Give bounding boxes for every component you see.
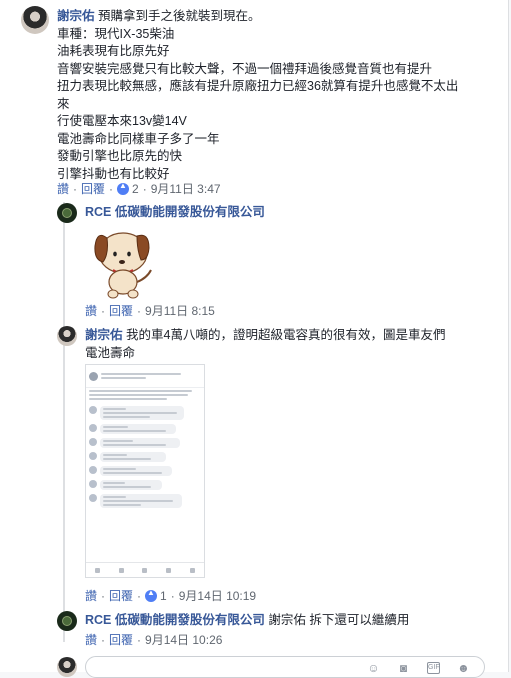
screenshot-footer [86, 562, 204, 577]
comment-text-line: 來 [57, 96, 70, 111]
comment-text-line: 扭力表現比較無感，應該有提升原廠扭力已經36就算有提升也感覺不太出 [57, 79, 459, 93]
comment-text-line: 預購拿到手之後就裝到現在。 [98, 9, 261, 23]
sticker-icon[interactable]: ☻ [457, 662, 470, 675]
comment-actions: 讚 · 回覆 · 9月11日 8:15 [85, 302, 215, 319]
avatar[interactable] [21, 6, 49, 34]
attached-screenshot[interactable] [85, 364, 205, 578]
comment-text-line: 音響安裝完感覺只有比較大聲，不過一個禮拜過後感覺音質也有提升 [57, 61, 433, 76]
screenshot-header [86, 365, 204, 388]
comment-text-line: 油耗表現有比原先好 [57, 44, 170, 58]
comment-text: 謝宗佑 拆下還可以繼續用 [268, 613, 410, 627]
comment-text-line: 電池壽命比同樣車子多了一年 [57, 131, 220, 146]
dog-sticker [94, 232, 152, 299]
separator: · [137, 588, 142, 603]
like-reaction-icon[interactable] [117, 181, 130, 195]
like-link[interactable]: 讚 [85, 587, 97, 604]
comment-text-line: 電池壽命 [85, 345, 136, 360]
separator: · [142, 181, 147, 196]
avatar[interactable] [57, 203, 77, 223]
avatar[interactable] [57, 326, 77, 346]
avatar [57, 657, 77, 677]
like-link[interactable]: 讚 [57, 180, 69, 197]
reaction-count[interactable]: 1 [160, 589, 167, 603]
separator: · [137, 632, 142, 647]
like-reaction-icon[interactable] [145, 588, 158, 602]
reply-link[interactable]: 回覆 [109, 302, 133, 319]
reply-body: 謝宗佑 我的車4萬八噸的，證明超級電容真的很有效，圖是車友們 電池壽命 [85, 327, 495, 362]
timestamp[interactable]: 9月11日 8:15 [145, 302, 215, 319]
timestamp[interactable]: 9月14日 10:26 [145, 631, 222, 648]
reply-header: RCE 低碳動能開發股份有限公司 [85, 204, 265, 222]
camera-icon[interactable]: ◙ [397, 662, 410, 675]
reply-link[interactable]: 回覆 [109, 587, 133, 604]
comment-author[interactable]: RCE 低碳動能開發股份有限公司 [85, 613, 265, 627]
comment-body: 謝宗佑 預購拿到手之後就裝到現在。 車種：現代IX-35柴油 油耗表現有比原先好… [57, 8, 502, 183]
separator: · [101, 588, 106, 603]
like-link[interactable]: 讚 [85, 631, 97, 648]
separator: · [170, 588, 175, 603]
comment-author[interactable]: 謝宗佑 [57, 9, 95, 23]
avatar[interactable] [57, 611, 77, 631]
separator: · [101, 632, 106, 647]
timestamp[interactable]: 9月14日 10:19 [179, 587, 256, 604]
comment-text-line: 我的車4萬八噸的，證明超級電容真的很有效，圖是車友們 [126, 328, 446, 342]
separator: · [137, 303, 142, 318]
like-link[interactable]: 讚 [85, 302, 97, 319]
comment-text-line: 發動引擎也比原先的快 [57, 149, 183, 163]
thread-line [63, 202, 65, 642]
comment-actions: 讚 · 回覆 · 9月14日 10:26 [85, 631, 222, 648]
reply-body: RCE 低碳動能開發股份有限公司 謝宗佑 拆下還可以繼續用 [85, 612, 409, 630]
reaction-count[interactable]: 2 [132, 182, 139, 196]
screenshot-avatar [89, 371, 98, 381]
comment-actions: 讚 · 回覆 · 1 · 9月14日 10:19 [85, 587, 256, 604]
timestamp[interactable]: 9月11日 3:47 [151, 180, 221, 197]
comment-text-line: 行使電壓本來13v變14V [57, 114, 187, 128]
comment-text-line: 車種：現代IX-35柴油 [57, 26, 175, 41]
reply-input[interactable]: ☺ ◙ GIF ☻ [85, 656, 485, 678]
reply-link[interactable]: 回覆 [81, 180, 105, 197]
gif-icon[interactable]: GIF [427, 662, 440, 674]
separator: · [73, 181, 78, 196]
comment-author[interactable]: RCE 低碳動能開發股份有限公司 [85, 205, 265, 219]
comment-author[interactable]: 謝宗佑 [85, 328, 123, 342]
comment-actions: 讚 · 回覆 · 2 · 9月11日 3:47 [57, 180, 221, 197]
reply-link[interactable]: 回覆 [109, 631, 133, 648]
comment-thread: 謝宗佑 預購拿到手之後就裝到現在。 車種：現代IX-35柴油 油耗表現有比原先好… [0, 0, 509, 678]
separator: · [109, 181, 114, 196]
separator: · [101, 303, 106, 318]
emoji-icon[interactable]: ☺ [367, 662, 380, 675]
